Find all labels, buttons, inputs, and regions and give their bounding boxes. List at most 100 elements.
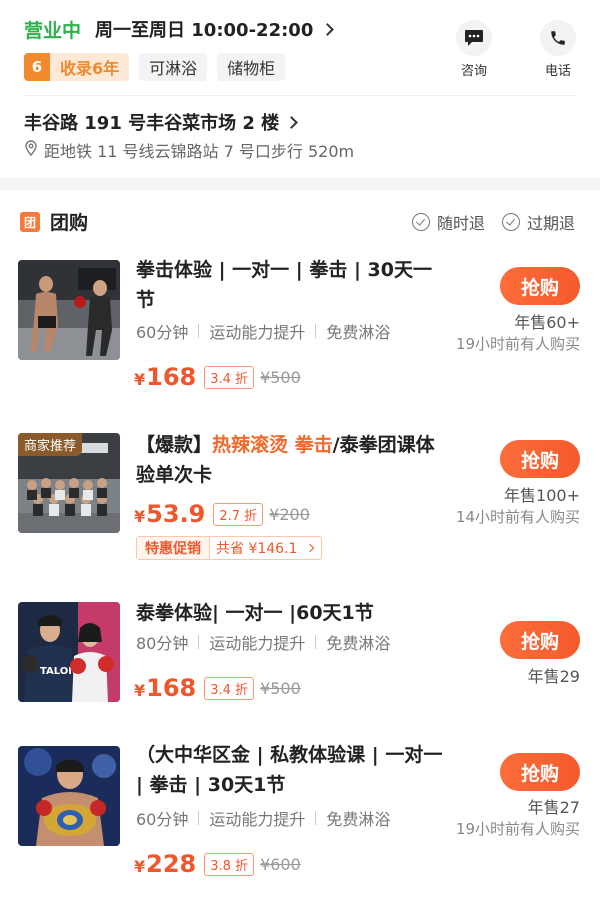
deal-title[interactable]: 【爆款】热辣滚烫 拳击/泰拳团课体验单次卡 <box>136 430 446 490</box>
section-gap <box>0 178 600 190</box>
store-address: 丰谷路 191 号丰谷菜市场 2 楼 <box>24 113 280 134</box>
shower-feature: 免费淋浴 <box>326 634 391 653</box>
phone-icon <box>540 20 576 56</box>
currency-symbol: ¥ <box>134 857 146 876</box>
group-buy-header: 团 团购 随时退 过期退 <box>0 200 600 244</box>
chat-icon <box>456 20 492 56</box>
deal-item[interactable]: TALON 泰拳体验| 一对一 |60天1节 80分钟 运动能力提升 免费淋浴 … <box>0 598 600 718</box>
price-row: ¥ 168 3.4 折 ¥500 <box>134 674 301 702</box>
subway-distance: 距地铁 11 号线云锦路站 7 号口步行 520m <box>44 142 355 161</box>
recent-purchase: 14小时前有人购买 <box>455 508 580 526</box>
business-hours-row[interactable]: 营业中 周一至周日 10:00-22:00 <box>24 14 335 44</box>
consult-label: 咨询 <box>460 64 487 79</box>
promo-saving: 共省 ¥146.1 <box>216 541 298 557</box>
refund-expired-label: 过期退 <box>527 214 576 233</box>
divider <box>24 95 576 96</box>
deal-title[interactable]: 拳击体验 | 一对一 | 拳击 | 30天一节 <box>136 255 446 315</box>
deal-thumbnail[interactable] <box>18 746 120 846</box>
buy-button[interactable]: 抢购 <box>500 267 580 305</box>
phone-button[interactable]: 电话 <box>528 20 588 79</box>
duration: 60分钟 <box>136 323 189 342</box>
separator <box>198 811 200 825</box>
deal-item[interactable]: 商家推荐 【爆款】热辣滚烫 拳击/泰拳团课体验单次卡 ¥ 53.9 2.7 折 … <box>0 430 600 580</box>
consult-button[interactable]: 咨询 <box>444 20 504 79</box>
separator <box>315 811 317 825</box>
deal-features: 60分钟 运动能力提升 免费淋浴 <box>136 806 390 830</box>
deal-thumbnail[interactable]: 商家推荐 <box>18 433 120 533</box>
promo-label: 特惠促销 <box>137 537 210 559</box>
deal-features: 80分钟 运动能力提升 免费淋浴 <box>136 630 390 654</box>
price-row: ¥ 228 3.8 折 ¥600 <box>134 850 301 878</box>
original-price: ¥200 <box>269 504 310 524</box>
price-row: ¥ 53.9 2.7 折 ¥200 <box>134 500 310 528</box>
chevron-right-icon <box>321 22 335 36</box>
sale-price: 168 <box>146 363 197 391</box>
benefit: 运动能力提升 <box>209 634 306 653</box>
sale-price: 228 <box>146 850 197 878</box>
recent-purchase: 19小时前有人购买 <box>455 335 580 353</box>
store-tags: 6 收录6年 可淋浴 储物柜 <box>24 52 286 82</box>
promo-tag[interactable]: 特惠促销 共省 ¥146.1 <box>136 536 323 560</box>
duration: 60分钟 <box>136 810 189 829</box>
annual-sales: 年售27 <box>527 798 580 817</box>
deal-title[interactable]: （大中华区金 | 私教体验课 | 一对一 | 拳击 | 30天1节 <box>136 740 446 800</box>
chevron-right-icon <box>306 543 315 553</box>
group-buy-icon: 团 <box>20 212 40 232</box>
annual-sales: 年售60+ <box>514 313 580 332</box>
deal-thumbnail[interactable]: TALON <box>18 602 120 702</box>
duration: 80分钟 <box>136 634 189 653</box>
buy-button[interactable]: 抢购 <box>500 753 580 791</box>
refund-expired-badge: 过期退 <box>502 210 575 234</box>
original-price: ¥600 <box>260 854 301 874</box>
address-row[interactable]: 丰谷路 191 号丰谷菜市场 2 楼 <box>24 108 299 136</box>
deal-thumbnail[interactable] <box>18 260 120 360</box>
locker-tag: 储物柜 <box>217 53 286 81</box>
years-number: 6 <box>24 53 50 81</box>
shower-feature: 免费淋浴 <box>326 810 391 829</box>
currency-symbol: ¥ <box>134 507 146 526</box>
business-hours: 周一至周日 10:00-22:00 <box>95 20 314 41</box>
annual-sales: 年售100+ <box>504 486 580 505</box>
shower-tag: 可淋浴 <box>139 53 208 81</box>
refund-anytime-badge: 随时退 <box>412 210 485 234</box>
separator <box>315 324 317 338</box>
years-listed-tag: 6 收录6年 <box>24 53 130 81</box>
deal-item[interactable]: （大中华区金 | 私教体验课 | 一对一 | 拳击 | 30天1节 60分钟 运… <box>0 740 600 900</box>
benefit: 运动能力提升 <box>209 810 306 829</box>
discount-badge: 3.4 折 <box>204 676 255 700</box>
chevron-right-icon <box>285 115 299 129</box>
original-price: ¥500 <box>260 678 301 698</box>
merchant-recommend-badge: 商家推荐 <box>18 433 83 456</box>
title-prefix: 【爆款】 <box>136 434 213 456</box>
benefit: 运动能力提升 <box>209 323 306 342</box>
store-info-header: 营业中 周一至周日 10:00-22:00 6 收录6年 可淋浴 储物柜 咨询 … <box>0 0 600 178</box>
deal-item[interactable]: 拳击体验 | 一对一 | 拳击 | 30天一节 60分钟 运动能力提升 免费淋浴… <box>0 255 600 405</box>
recent-purchase: 19小时前有人购买 <box>455 820 580 838</box>
open-status: 营业中 <box>24 19 82 42</box>
annual-sales: 年售29 <box>527 667 580 686</box>
currency-symbol: ¥ <box>134 370 146 389</box>
title-highlight: 热辣滚烫 拳击 <box>212 434 333 456</box>
sale-price: 168 <box>146 674 197 702</box>
original-price: ¥500 <box>260 367 301 387</box>
separator <box>198 324 200 338</box>
deal-features: 60分钟 运动能力提升 免费淋浴 <box>136 319 390 343</box>
separator <box>198 635 200 649</box>
years-label: 收录6年 <box>50 53 130 81</box>
group-buy-title: 团购 <box>50 212 89 234</box>
shower-feature: 免费淋浴 <box>326 323 391 342</box>
buy-button[interactable]: 抢购 <box>500 440 580 478</box>
discount-badge: 2.7 折 <box>213 502 264 526</box>
check-circle-icon <box>412 213 430 231</box>
separator <box>315 635 317 649</box>
phone-label: 电话 <box>544 64 571 79</box>
subway-distance-row: 距地铁 11 号线云锦路站 7 号口步行 520m <box>24 138 354 162</box>
discount-badge: 3.8 折 <box>204 852 255 876</box>
check-circle-icon <box>502 213 520 231</box>
discount-badge: 3.4 折 <box>204 365 255 389</box>
refund-anytime-label: 随时退 <box>437 214 486 233</box>
currency-symbol: ¥ <box>134 681 146 700</box>
sale-price: 53.9 <box>146 500 206 528</box>
deal-title[interactable]: 泰拳体验| 一对一 |60天1节 <box>136 598 446 628</box>
buy-button[interactable]: 抢购 <box>500 621 580 659</box>
